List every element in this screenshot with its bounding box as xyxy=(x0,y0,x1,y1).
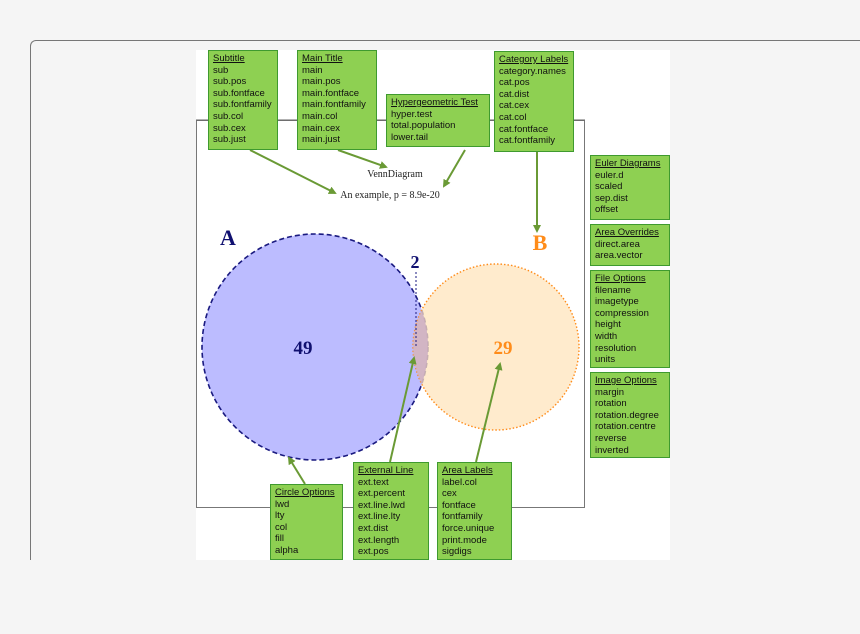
parameter-item: fontface xyxy=(442,499,476,511)
parameter-item: units xyxy=(595,354,616,366)
parameter-item: sigdigs xyxy=(442,546,472,558)
parameter-item: cex xyxy=(442,488,457,500)
parameter-item: hyper.test xyxy=(391,108,433,120)
parameter-item: compression xyxy=(595,307,649,319)
parameter-item: fontfamily xyxy=(442,511,483,523)
parameter-item: inverted xyxy=(595,444,629,456)
box-title: Image Options xyxy=(595,375,657,386)
parameter-item: alpha xyxy=(275,544,299,556)
box-title: Area Labels xyxy=(442,465,493,476)
parameter-item: sub.just xyxy=(213,134,246,146)
parameter-item: sub.pos xyxy=(213,76,247,88)
parameter-item: cat.fontfamily xyxy=(499,135,555,147)
area-overrides-box: Area Overrides direct.area area.vector xyxy=(590,224,670,266)
parameter-item: force.unique xyxy=(442,522,495,534)
parameter-item: cat.dist xyxy=(499,88,530,100)
parameter-item: lty xyxy=(275,510,285,522)
parameter-item: ext.line.lty xyxy=(358,511,401,523)
category-labels-box: Category Labels category.names cat.pos cat… xyxy=(494,51,574,152)
parameter-item: main.fontfamily xyxy=(302,99,366,111)
parameter-item: main.cex xyxy=(302,122,341,134)
parameter-item: ext.pos xyxy=(358,546,389,558)
parameter-item: scaled xyxy=(595,181,623,193)
image-options-box: Image Options margin rotation rotation.deg… xyxy=(590,372,670,458)
box-title: Area Overrides xyxy=(595,227,659,238)
parameter-item: main.just xyxy=(302,134,341,146)
parameter-item: sub.fontface xyxy=(213,87,265,99)
parameter-item: direct.area xyxy=(595,238,640,250)
parameter-item: ext.text xyxy=(358,476,389,488)
parameter-item: offset xyxy=(595,204,619,216)
parameter-item: main.pos xyxy=(302,76,341,88)
box-title: Subtitle xyxy=(213,53,245,64)
parameter-item: main.col xyxy=(302,110,338,122)
parameter-item: sub xyxy=(213,64,229,76)
parameter-item: ext.percent xyxy=(358,488,405,500)
euler-diagrams-box: Euler Diagrams euler.d scaled sep.dist offs… xyxy=(590,155,670,220)
parameter-item: filename xyxy=(595,284,631,296)
parameter-item: rotation.centre xyxy=(595,421,656,433)
parameter-item: category.names xyxy=(499,65,566,77)
box-title: Category Labels xyxy=(499,54,569,65)
box-title: Circle Options xyxy=(275,487,335,498)
parameter-item: cat.pos xyxy=(499,77,530,89)
parameter-item: resolution xyxy=(595,342,637,354)
parameter-item: imagetype xyxy=(595,296,639,308)
parameter-item: sub.fontfamily xyxy=(213,99,272,111)
area-labels-box: Area Labels label.col cex fontface fontfami… xyxy=(437,462,512,560)
parameter-item: col xyxy=(275,521,288,533)
circle-options-box: Circle Options lwd lty col fill alpha xyxy=(270,484,343,560)
parameter-item: height xyxy=(595,319,621,331)
parameter-item: width xyxy=(595,330,618,342)
parameter-item: euler.d xyxy=(595,169,624,181)
file-options-box: File Options filename imagetype compressio… xyxy=(590,270,670,368)
parameter-item: cat.col xyxy=(499,111,527,123)
parameter-item: sub.col xyxy=(213,110,244,122)
parameter-item: main xyxy=(302,64,323,76)
parameter-item: main.fontface xyxy=(302,87,360,99)
parameter-item: cat.cex xyxy=(499,100,530,112)
parameter-item: sep.dist xyxy=(595,192,628,204)
parameter-item: fill xyxy=(275,533,284,545)
parameter-item: lwd xyxy=(275,498,290,510)
parameter-item: ext.length xyxy=(358,534,400,546)
subtitle-options-box: Subtitle sub sub.pos sub.fontface sub.fontf… xyxy=(208,50,278,150)
box-title: External Line xyxy=(358,465,414,476)
parameter-item: label.col xyxy=(442,476,477,488)
hypergeometric-test-box: Hypergeometric Test hyper.test total.popu… xyxy=(386,94,490,147)
box-title: Main Title xyxy=(302,53,343,64)
box-title: Euler Diagrams xyxy=(595,158,661,169)
parameter-item: ext.dist xyxy=(358,522,389,534)
parameter-item: total.population xyxy=(391,120,456,132)
external-line-box: External Line ext.text ext.percent ext.lin… xyxy=(353,462,429,560)
parameter-item: rotation xyxy=(595,398,627,410)
parameter-item: margin xyxy=(595,386,625,398)
diagram-frame xyxy=(196,120,585,508)
box-title: File Options xyxy=(595,273,646,284)
parameter-item: reverse xyxy=(595,432,627,444)
parameter-item: print.mode xyxy=(442,534,487,546)
box-title: Hypergeometric Test xyxy=(391,97,478,108)
parameter-item: lower.tail xyxy=(391,131,428,143)
parameter-item: sub.cex xyxy=(213,122,246,134)
main-title-options-box: Main Title main main.pos main.fontface main… xyxy=(297,50,377,150)
parameter-item: rotation.degree xyxy=(595,409,659,421)
parameter-item: ext.line.lwd xyxy=(358,499,405,511)
parameter-item: area.vector xyxy=(595,250,643,262)
parameter-item: cat.fontface xyxy=(499,123,549,135)
